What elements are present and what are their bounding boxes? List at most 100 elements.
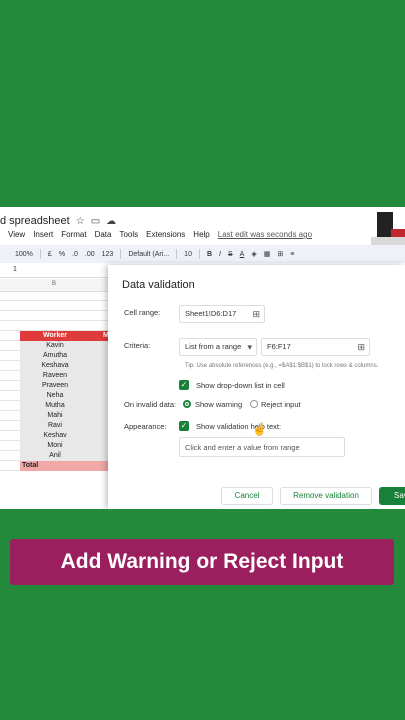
menu-insert[interactable]: Insert [33, 230, 53, 239]
borders-icon[interactable]: ▦ [264, 250, 271, 258]
table-row [0, 301, 108, 311]
cell[interactable] [90, 341, 108, 351]
table-row: Anil [0, 451, 108, 461]
invalid-data-label: On invalid data: [124, 400, 177, 409]
menu-help[interactable]: Help [193, 230, 209, 239]
worker-cell[interactable]: Praveen [20, 381, 90, 391]
table-row: Mutha [0, 401, 108, 411]
screen-recording: d spreadsheet ☆ ▭ ☁ View Insert Format D… [0, 207, 405, 509]
doc-title[interactable]: d spreadsheet [0, 215, 70, 227]
column-b-label: B [52, 281, 57, 287]
menu-bar: View Insert Format Data Tools Extensions… [8, 230, 312, 239]
cell-range-label: Cell range: [124, 308, 161, 317]
select-range-icon[interactable]: ⊞ [357, 339, 365, 355]
worker-cell[interactable]: Kavin [20, 341, 90, 351]
worker-cell[interactable]: Moni [20, 441, 90, 451]
menu-extensions[interactable]: Extensions [146, 230, 185, 239]
menu-data[interactable]: Data [95, 230, 112, 239]
help-text-checkbox[interactable]: ✓ [179, 421, 189, 431]
last-edit-link[interactable]: Last edit was seconds ago [218, 230, 312, 239]
help-text-label: Show validation help text: [196, 422, 282, 431]
criteria-type-select[interactable]: List from a range ▾ [179, 338, 257, 356]
fill-color-icon[interactable]: ◈ [251, 250, 256, 258]
worker-cell[interactable]: Amutha [20, 351, 90, 361]
cell-ref: 1 [13, 266, 17, 273]
cell[interactable] [90, 461, 108, 471]
criteria-label: Criteria: [124, 341, 151, 350]
menu-tools[interactable]: Tools [119, 230, 138, 239]
header-m[interactable]: M [90, 331, 109, 341]
table-row [0, 291, 108, 301]
bold-button[interactable]: B [207, 251, 212, 258]
menu-view[interactable]: View [8, 230, 25, 239]
strikethrough-icon[interactable]: S [228, 251, 233, 258]
table-row: Ravi [0, 421, 108, 431]
table-row: Kavin [0, 341, 108, 351]
italic-icon[interactable]: I [219, 251, 221, 258]
font-select[interactable]: Default (Ari... [128, 251, 169, 258]
cell-range-input[interactable]: Sheet1!D6:D17 ⊞ [179, 305, 265, 323]
menu-format[interactable]: Format [61, 230, 86, 239]
table-header: Worker M [0, 331, 109, 341]
title-bar: d spreadsheet ☆ ▭ ☁ [0, 212, 116, 230]
header-worker[interactable]: Worker [20, 331, 90, 341]
star-icon[interactable]: ☆ [76, 216, 85, 227]
worker-cell[interactable]: Mahi [20, 411, 90, 421]
cloud-icon: ☁ [106, 215, 117, 227]
table-row: Keshav [0, 431, 108, 441]
merge-icon[interactable]: ⊞ [277, 250, 283, 258]
cell[interactable] [90, 371, 108, 381]
cell[interactable] [90, 391, 108, 401]
worker-cell[interactable]: Anil [20, 451, 90, 461]
tip-text: Tip: Use absolute references (e.g., =$A$… [185, 363, 379, 369]
total-row: Total [0, 461, 108, 471]
worker-cell[interactable]: Keshava [20, 361, 90, 371]
chevron-down-icon: ▾ [247, 342, 252, 352]
worker-cell[interactable]: Ravi [20, 421, 90, 431]
save-button[interactable]: Sav [379, 487, 405, 505]
table-row: Neha [0, 391, 108, 401]
select-range-icon[interactable]: ⊞ [252, 306, 260, 322]
currency-button[interactable]: £ [48, 251, 52, 258]
worker-cell[interactable]: Keshav [20, 431, 90, 441]
percent-button[interactable]: % [59, 251, 65, 258]
cell[interactable] [90, 421, 108, 431]
data-validation-dialog: Data validation Cell range: Sheet1!D6:D1… [108, 265, 405, 509]
criteria-range-input[interactable]: F6:F17 ⊞ [261, 338, 370, 356]
show-warning-radio[interactable] [183, 400, 191, 408]
worker-cell[interactable]: Raveen [20, 371, 90, 381]
format-select[interactable]: 123 [102, 251, 114, 258]
table-row: Praveen [0, 381, 108, 391]
cell[interactable] [90, 401, 108, 411]
worker-cell[interactable]: Neha [20, 391, 90, 401]
decrease-decimal-button[interactable]: .0 [72, 251, 78, 258]
cell[interactable] [90, 441, 108, 451]
text-color-icon[interactable]: A [240, 251, 245, 258]
cell[interactable] [90, 451, 108, 461]
cell[interactable] [90, 431, 108, 441]
align-icon[interactable]: ≡ [290, 251, 294, 258]
caption-banner: Add Warning or Reject Input [10, 539, 394, 585]
total-label[interactable]: Total [20, 461, 90, 471]
table-row [0, 321, 108, 331]
cell[interactable] [90, 381, 108, 391]
hand-cursor-icon: ☝ [252, 422, 267, 436]
cell[interactable] [90, 361, 108, 371]
reject-input-label: Reject input [261, 400, 301, 409]
folder-icon[interactable]: ▭ [91, 216, 100, 227]
increase-decimal-button[interactable]: .00 [85, 251, 95, 258]
remove-validation-button[interactable]: Remove validation [280, 487, 372, 505]
toolbar: 100% £ % .0 .00 123 Default (Ari... 10 B… [0, 245, 405, 263]
criteria-type-value: List from a range [185, 342, 242, 351]
zoom-select[interactable]: 100% [15, 251, 33, 258]
cancel-button[interactable]: Cancel [221, 487, 273, 505]
table-row: Moni [0, 441, 108, 451]
dropdown-checkbox[interactable]: ✓ [179, 380, 189, 390]
help-text-input[interactable]: Click and enter a value from range [179, 437, 345, 457]
worker-cell[interactable]: Mutha [20, 401, 90, 411]
table-row: Mahi [0, 411, 108, 421]
font-size-select[interactable]: 10 [184, 251, 192, 258]
cell[interactable] [90, 351, 108, 361]
cell[interactable] [90, 411, 108, 421]
reject-input-radio[interactable] [250, 400, 258, 408]
